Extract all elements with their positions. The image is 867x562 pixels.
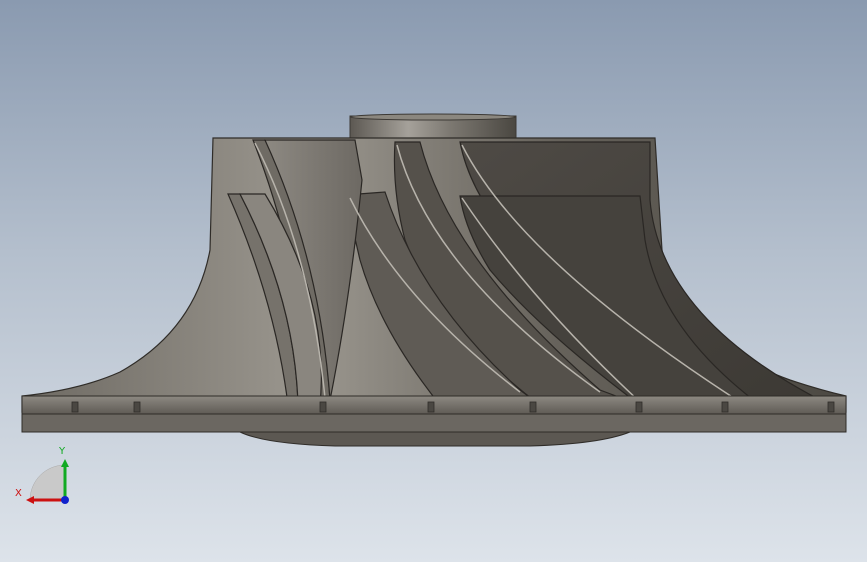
y-axis-arrow-icon bbox=[61, 459, 69, 467]
cad-graphics-area[interactable]: X Y bbox=[0, 0, 867, 562]
x-axis-label: X bbox=[15, 488, 22, 499]
orientation-triad: X Y bbox=[15, 446, 69, 504]
triad-plane bbox=[29, 464, 66, 501]
impeller-model[interactable] bbox=[0, 0, 867, 562]
y-axis-label: Y bbox=[58, 446, 66, 457]
z-axis-dot-icon bbox=[61, 496, 69, 504]
